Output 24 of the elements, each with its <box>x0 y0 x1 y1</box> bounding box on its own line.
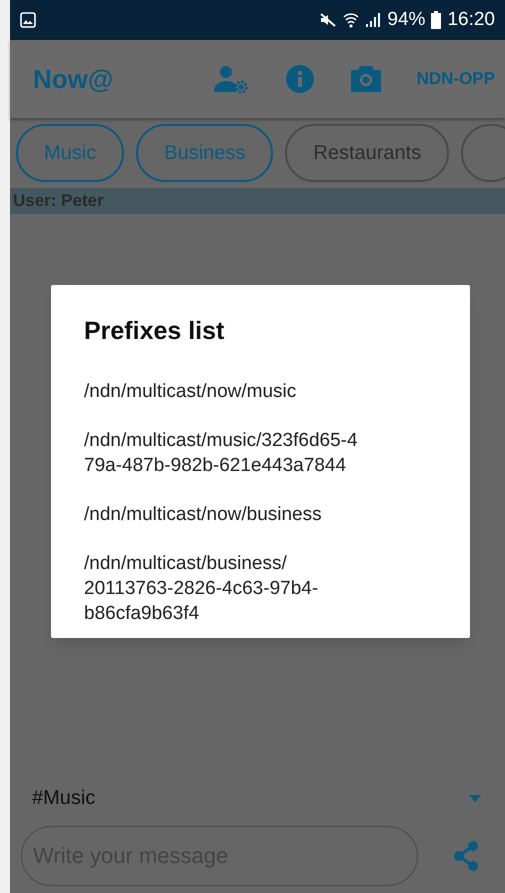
prefix-text: /ndn/multicast/business/ 20113763-2826-4c63-97b4- b86cfa9b63f4 <box>84 552 320 626</box>
category-chip[interactable]: Business <box>136 124 274 182</box>
signal-icon <box>365 12 382 28</box>
prefix-text: /ndn/multicast/now/music <box>84 380 298 404</box>
wifi-icon <box>343 12 360 28</box>
mute-icon <box>319 12 338 28</box>
channel-select[interactable]: #Music <box>32 783 96 813</box>
prefix-text: /ndn/multicast/music/323f6d65-4 79a-487b-982b-621e443a7844 <box>84 428 359 478</box>
category-chip[interactable]: Music <box>16 124 124 182</box>
battery-icon <box>431 11 442 29</box>
image-icon <box>20 12 36 28</box>
category-chip[interactable] <box>461 124 505 182</box>
camera-icon[interactable] <box>350 66 381 92</box>
info-icon[interactable] <box>286 65 314 93</box>
share-icon[interactable] <box>453 841 479 871</box>
battery-percent: 94% <box>387 8 426 32</box>
prefix-text: /ndn/multicast/now/business <box>84 502 323 526</box>
app-title: Now@ <box>33 62 114 96</box>
clock: 16:20 <box>447 8 495 32</box>
dropdown-caret-icon[interactable] <box>469 794 481 802</box>
ndn-opp-button[interactable]: NDN-OPP <box>416 66 495 92</box>
user-settings-icon[interactable] <box>214 64 248 94</box>
dialog-title: Prefixes list <box>84 316 226 347</box>
category-chip[interactable]: Restaurants <box>285 124 450 182</box>
